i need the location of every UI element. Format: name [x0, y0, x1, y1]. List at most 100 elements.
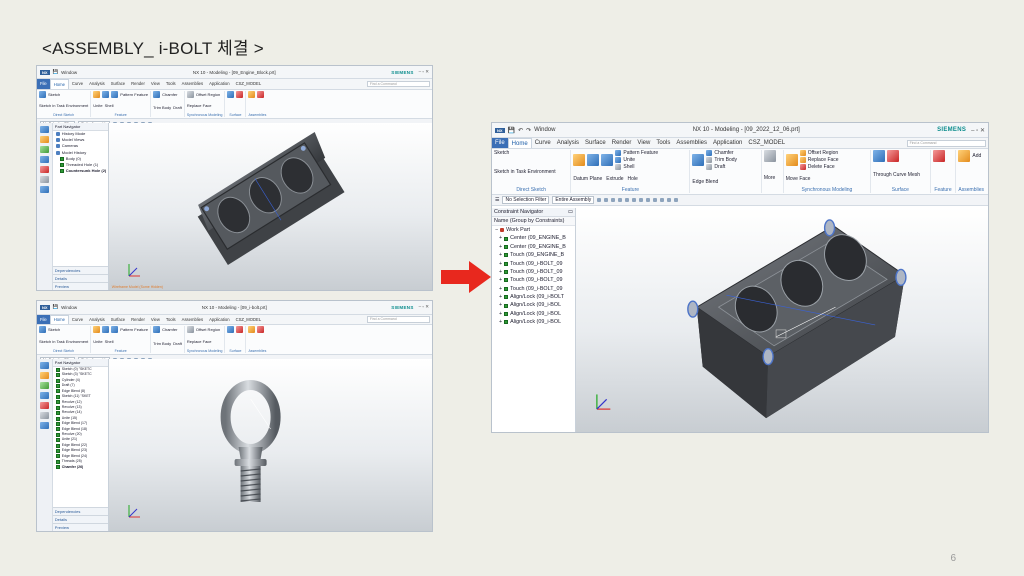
menu-surface[interactable]: Surface	[108, 79, 128, 88]
graphics-window[interactable]	[108, 359, 432, 531]
delete-face-button[interactable]: Delete Face	[799, 164, 839, 170]
through-curve-mesh-icon[interactable]	[873, 150, 886, 162]
menu-home[interactable]: Home	[49, 314, 69, 325]
history-icon[interactable]	[39, 412, 49, 419]
menu-analysis[interactable]: Analysis	[86, 79, 108, 88]
menu-analysis[interactable]: Analysis	[86, 315, 108, 324]
snap-icon[interactable]	[611, 198, 616, 202]
add-component-icon[interactable]	[958, 150, 971, 162]
snap-icon[interactable]	[653, 198, 658, 202]
menu-assemblies[interactable]: Assemblies	[179, 315, 206, 324]
draft-button[interactable]: Draft	[706, 164, 737, 170]
sketch-task-button[interactable]: Sketch in Task Environment	[494, 169, 556, 175]
chamfer-label[interactable]: Chamfer	[162, 327, 177, 332]
extrude-icon[interactable]	[102, 326, 110, 334]
snap-icon[interactable]	[646, 198, 651, 202]
details-panel[interactable]: Details	[52, 274, 108, 282]
menu-icon[interactable]: ☰	[495, 197, 499, 203]
constraint-navigator-icon[interactable]	[39, 382, 49, 389]
redo-icon[interactable]: ↷	[526, 127, 531, 134]
replace-face-label[interactable]: Replace Face	[187, 103, 212, 108]
move-face-icon[interactable]	[186, 326, 194, 334]
web-browser-icon[interactable]	[39, 422, 49, 429]
constraint-item[interactable]: + Align/Lock (09_i-BOLT	[495, 293, 575, 301]
constraint-item[interactable]: + Center (09_ENGINE_B	[495, 234, 575, 242]
shell-button[interactable]: Shell	[615, 164, 658, 170]
save-icon[interactable]: 💾	[53, 69, 59, 75]
edge-blend-icon[interactable]	[153, 326, 161, 334]
constraint-item[interactable]: + Touch (09_i-BOLT_09	[495, 260, 575, 268]
menu-file[interactable]: File	[492, 138, 508, 148]
window-controls[interactable]: – ▫ ✕	[971, 127, 985, 134]
reuse-library-icon[interactable]	[39, 156, 49, 163]
constraint-item[interactable]: + Align/Lock (09_i-BOL	[495, 301, 575, 309]
unite-label[interactable]: Unite	[93, 339, 102, 344]
assembly-scope-dropdown[interactable]: Entire Assembly	[552, 196, 595, 204]
dependencies-panel[interactable]: Dependencies	[52, 266, 108, 274]
preview-panel[interactable]: Preview	[52, 282, 108, 290]
menu-render[interactable]: Render	[609, 138, 635, 148]
menu-assemblies[interactable]: Assemblies	[179, 79, 206, 88]
menu-csz-model[interactable]: CSZ_MODEL	[233, 315, 265, 324]
menu-application[interactable]: Application	[710, 138, 745, 148]
constraint-item[interactable]: + Align/Lock (09_i-BOL	[495, 310, 575, 318]
menu-analysis[interactable]: Analysis	[554, 138, 582, 148]
hd3d-icon[interactable]	[39, 402, 49, 409]
through-curve-mesh-icon[interactable]	[227, 90, 235, 98]
snap-icon[interactable]	[604, 198, 609, 202]
shell-label[interactable]: Shell	[105, 339, 114, 344]
draft-label[interactable]: Draft	[173, 105, 182, 110]
hd3d-icon[interactable]	[39, 166, 49, 173]
snap-icon[interactable]	[660, 198, 665, 202]
offset-region-button[interactable]: Offset Region	[799, 150, 839, 156]
edge-blend-icon[interactable]	[692, 154, 705, 166]
shell-label[interactable]: Shell	[105, 103, 114, 108]
menu-tools[interactable]: Tools	[163, 315, 179, 324]
assembly-navigator-icon[interactable]	[39, 372, 49, 379]
offset-region-label[interactable]: Offset Region	[196, 92, 220, 97]
menu-file[interactable]: File	[37, 314, 50, 325]
snap-icon[interactable]	[632, 198, 637, 202]
hole-icon[interactable]	[601, 154, 614, 166]
menu-tools[interactable]: Tools	[653, 138, 673, 148]
menu-home[interactable]: Home	[49, 79, 69, 89]
reuse-library-icon[interactable]	[39, 392, 49, 399]
surface-more-icon[interactable]	[236, 326, 244, 334]
constraint-item[interactable]: + Touch (09_i-BOLT_09	[495, 268, 575, 276]
web-browser-icon[interactable]	[39, 186, 49, 193]
menu-file[interactable]: File	[37, 79, 50, 89]
constraint-navigator-icon[interactable]	[39, 146, 49, 153]
menu-tools[interactable]: Tools	[163, 79, 179, 88]
tree-item[interactable]: Countersunk Hole (2)	[56, 168, 108, 174]
sketch-task-label[interactable]: Sketch in Task Environment	[39, 103, 88, 108]
menu-assemblies[interactable]: Assemblies	[673, 138, 710, 148]
snap-icon[interactable]	[667, 198, 672, 202]
command-finder-input[interactable]: Find a Command	[366, 316, 430, 323]
extrude-icon[interactable]	[102, 90, 110, 98]
add-component-icon[interactable]	[248, 90, 256, 98]
graphics-window[interactable]: Wireframe Model (Some Hidden)	[108, 123, 432, 290]
hole-icon[interactable]	[111, 326, 119, 334]
part-navigator-icon[interactable]	[39, 362, 49, 369]
through-curve-mesh-icon[interactable]	[227, 326, 235, 334]
window-menu[interactable]: Window	[534, 127, 555, 133]
sketch-button[interactable]: Sketch	[494, 150, 509, 156]
menu-application[interactable]: Application	[206, 315, 233, 324]
trim-body-label[interactable]: Trim Body	[153, 341, 171, 346]
selection-filter-dropdown[interactable]: No Selection Filter	[502, 196, 550, 204]
window-controls[interactable]: – ▫ ✕	[419, 69, 429, 75]
constraint-item[interactable]: + Touch (09_i-BOLT_09	[495, 285, 575, 293]
hole-icon[interactable]	[111, 90, 119, 98]
save-icon[interactable]: 💾	[53, 304, 59, 310]
move-face-icon[interactable]	[186, 90, 194, 98]
save-icon[interactable]: 💾	[508, 127, 515, 134]
unite-label[interactable]: Unite	[93, 103, 102, 108]
assembly-constraint-icon[interactable]	[257, 326, 265, 334]
move-face-icon[interactable]	[785, 154, 798, 166]
menu-render[interactable]: Render	[128, 315, 148, 324]
menu-curve[interactable]: Curve	[69, 79, 86, 88]
chamfer-button[interactable]: Chamfer	[706, 150, 737, 156]
menu-view[interactable]: View	[148, 79, 163, 88]
command-finder-input[interactable]: Find a Command	[366, 80, 430, 88]
menu-view[interactable]: View	[148, 315, 163, 324]
